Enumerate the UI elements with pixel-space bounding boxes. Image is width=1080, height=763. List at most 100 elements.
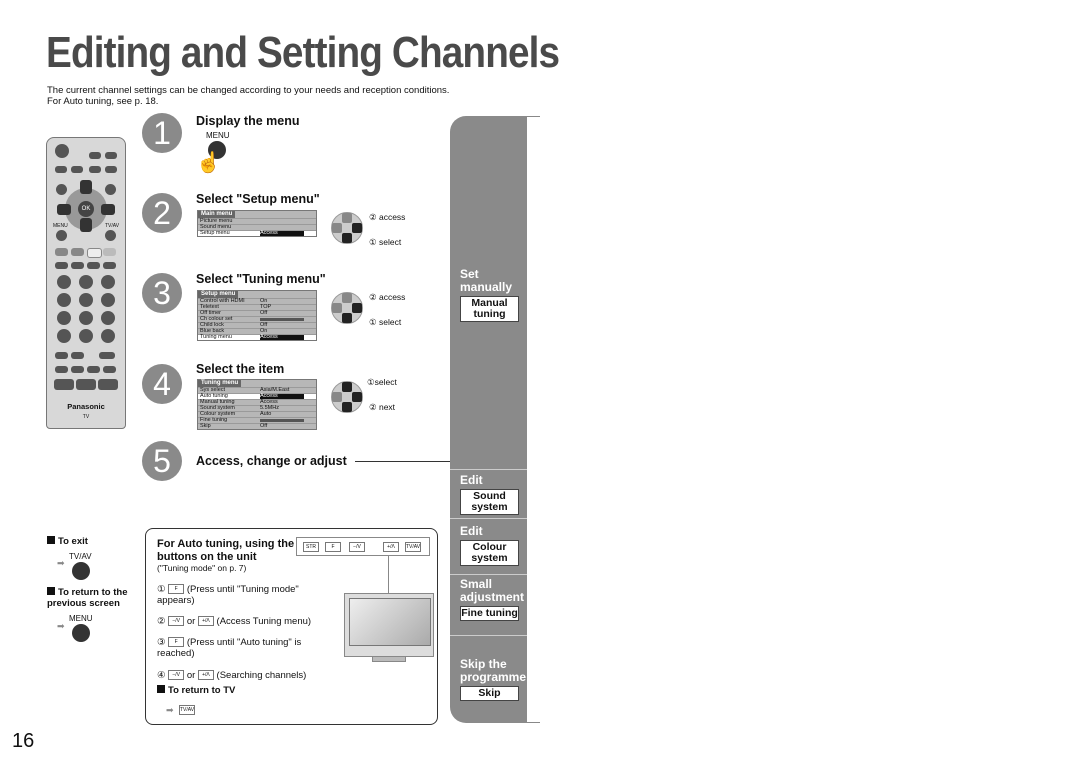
access-label: ② access [369,212,406,222]
page-title: Editing and Setting Channels [46,28,560,77]
sidebar-item-colour-system[interactable]: Edit Colour system [450,518,527,566]
tv-screen [349,598,431,646]
access-label: ② access [369,292,406,302]
sidebar-item-fine-tuning[interactable]: Small adjustment Fine tuning [450,574,527,621]
auto-step-text: (Searching channels) [216,670,307,681]
remote-sub: TV [82,414,90,420]
menu-label: MENU [69,614,93,623]
osd-item: Tuning menu [200,334,232,340]
plus-key: +/Λ [197,670,214,681]
or-text: or [186,670,196,681]
osd-header: Tuning menu [198,380,242,387]
menu-label: MENU [53,223,68,229]
manual-tuning-button[interactable]: Manual tuning [460,296,519,322]
fine-tuning-bar [260,419,304,422]
tv-illustration [344,593,434,657]
step-number: 3 [142,273,182,313]
f-key: F [168,637,185,648]
step-marker: ④ [157,670,166,681]
step-number: 5 [142,441,182,481]
osd-main-menu: Main menu Picture menu Sound menu Setup … [197,210,317,237]
colour-system-button[interactable]: Colour system [460,540,519,566]
sidebar-caption: Skip the programme [460,657,527,684]
unit-buttons-panel: STR F −/V +/Λ TV/AV [296,537,430,556]
minus-key: −/V [168,670,185,681]
box-note: ("Tuning mode" on p. 7) [157,563,247,573]
return-tv-label: To return to TV [168,685,236,696]
f-key: F [168,584,185,595]
tvav-label: TV/AV [69,552,92,561]
fine-tuning-button[interactable]: Fine tuning [460,606,519,621]
to-exit-heading: To exit [47,536,88,547]
skip-button[interactable]: Skip [460,686,519,701]
arrow-icon: ➡ [166,705,174,715]
sidebar-index: Set manually Manual tuning Edit Sound sy… [450,116,540,723]
osd-value: Auto [260,411,272,417]
step-marker: ③ [157,637,166,648]
ok-key: OK [78,201,94,217]
to-exit-label: To exit [58,536,88,547]
tv-stand [372,656,406,662]
page-number: 16 [12,730,35,752]
intro-line: The current channel settings can be chan… [47,85,450,96]
sidebar-item-sound-system[interactable]: Edit Sound system [450,469,527,515]
dpad-icon [331,212,363,244]
connector-line [355,461,450,462]
unit-key: STR [303,542,319,552]
osd-value: Access [260,334,304,340]
brand-logo: Panasonic [67,402,105,411]
osd-value: Access [260,230,304,236]
sidebar-caption: Edit [460,473,483,487]
osd-value: Off [260,423,268,429]
menu-key [55,144,69,158]
unit-key: F [325,542,341,552]
tvav-label: TV/AV [105,223,120,229]
unit-key: TV/AV [405,542,421,552]
auto-step: ① F (Press until "Tuning mode" appears) [157,584,317,606]
dpad-icon [331,292,363,324]
select-label: ① select [369,317,402,327]
dpad-icon [331,381,363,413]
osd-header: Main menu [198,211,236,218]
auto-step: ② −/V or +/Λ (Access Tuning menu) [157,616,347,627]
tvav-key: TV/AV [179,705,195,715]
step-title: Select the item [196,362,285,376]
arrow-icon: ➡ [57,621,65,631]
sidebar-item-skip[interactable]: Skip the programme Skip [450,635,527,701]
step-number: 2 [142,193,182,233]
tvav-button [72,562,90,580]
select-label: ① select [369,237,402,247]
osd-setup-menu: Setup menu Control with HDMI On Teletext T… [197,290,317,341]
osd-header: Setup menu [198,291,239,298]
sound-system-button[interactable]: Sound system [460,489,519,515]
step-marker: ② [157,616,166,627]
auto-step-text: (Access Tuning menu) [216,616,312,627]
hand-pointer-icon: ☝ [196,152,221,174]
minus-key: −/V [168,616,185,627]
return-prev-label: To return to the previous screen [47,587,128,609]
remote-control: OK MENU TV/AV Panasonic TV [46,137,126,429]
connector-line [388,555,389,595]
next-label: ② next [369,402,396,412]
step-number: 4 [142,364,182,404]
auto-step: ④ −/V or +/Λ (Searching channels) [157,670,357,681]
plus-key: +/Λ [197,616,214,627]
osd-value: Off [260,310,268,316]
intro-text: The current channel settings can be chan… [47,85,449,107]
select-label: ①select [367,377,397,387]
intro-line: For Auto tuning, see p. 18. [47,96,159,107]
osd-tuning-menu: Tuning menu Sys select Asia/M.East Auto t… [197,379,317,430]
return-prev-heading: To return to the previous screen [47,587,139,609]
sidebar-caption: Set manually [460,267,513,294]
sidebar-caption: Small adjustment [460,577,525,604]
colour-bar [260,318,304,321]
arrow-icon: ➡ [57,558,65,568]
box-title: For Auto tuning, using the buttons on th… [157,538,295,563]
step-title: Access, change or adjust [196,454,347,468]
menu-button-label: MENU [206,131,230,140]
unit-key: −/V [349,542,365,552]
osd-item: Skip [200,423,211,429]
sidebar-item-manual-tuning[interactable]: Set manually Manual tuning [450,268,527,322]
step-title: Display the menu [196,114,300,128]
auto-tuning-box: For Auto tuning, using the buttons on th… [145,528,438,725]
